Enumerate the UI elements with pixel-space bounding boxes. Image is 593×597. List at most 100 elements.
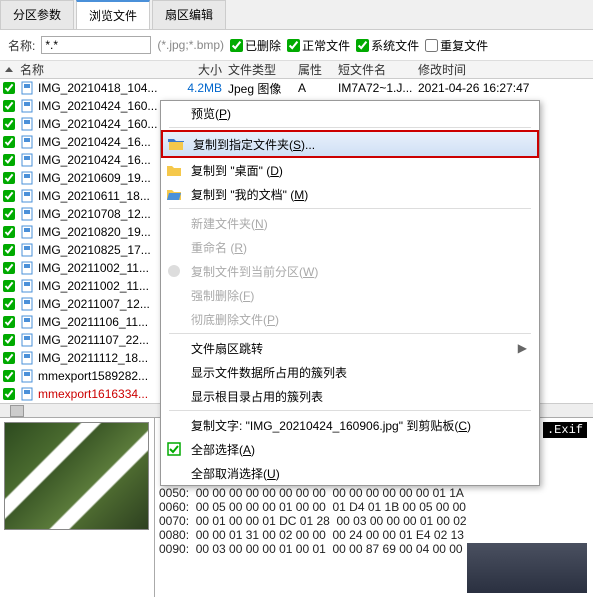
row-checkbox[interactable] [3,244,15,256]
file-image-icon [20,207,34,221]
name-label: 名称: [8,37,35,54]
row-checkbox[interactable] [3,190,15,202]
file-name: mmexport1616334... [38,387,148,401]
row-checkbox[interactable] [3,154,15,166]
file-shortname: IM7A72~1.J... [338,81,418,95]
file-name: mmexport1589282... [38,369,148,383]
row-checkbox[interactable] [3,136,15,148]
file-image-icon [20,243,34,257]
file-image-icon [20,315,34,329]
row-checkbox[interactable] [3,298,15,310]
file-name: IMG_20210825_17... [38,243,151,257]
col-header-date[interactable]: 修改时间 [418,61,578,78]
row-checkbox[interactable] [3,316,15,328]
file-image-icon [20,387,34,401]
thumbnail-pane [0,418,155,597]
file-name: IMG_20211007_12... [38,297,150,311]
check-icon [165,440,183,458]
file-name: IMG_20210611_18... [38,189,150,203]
menu-new-folder: 新建文件夹(N) [161,211,539,235]
disk-icon [165,262,183,280]
row-checkbox[interactable] [3,226,15,238]
menu-rename: 重命名 (R) [161,235,539,259]
row-checkbox[interactable] [3,334,15,346]
menu-unselect-all[interactable]: 全部取消选择(U) [161,461,539,485]
col-header-name[interactable]: 名称 [18,61,178,78]
file-image-icon [20,135,34,149]
row-checkbox[interactable] [3,370,15,382]
chk-normal[interactable] [287,39,300,52]
col-header-size[interactable]: 大小 [178,61,228,78]
tab-partition-params[interactable]: 分区参数 [0,0,74,29]
thumbnail-image [4,422,149,530]
file-image-icon [20,351,34,365]
folder-open-icon [165,185,183,203]
sort-asc-icon[interactable] [5,67,13,72]
menu-show-root-clusters[interactable]: 显示根目录占用的簇列表 [161,384,539,408]
menu-show-data-clusters[interactable]: 显示文件数据所占用的簇列表 [161,360,539,384]
chk-duplicate[interactable] [425,39,438,52]
file-name: IMG_20211106_11... [38,315,148,329]
row-checkbox[interactable] [3,280,15,292]
column-header-row: 名称 大小 文件类型 属性 短文件名 修改时间 [0,61,593,79]
file-row[interactable]: IMG_20210418_104... 4.2MBJpeg 图像AIM7A72~1… [0,79,593,97]
file-name: IMG_20211107_22... [38,333,149,347]
row-checkbox[interactable] [3,118,15,130]
file-image-icon [20,153,34,167]
row-checkbox[interactable] [3,172,15,184]
file-name: IMG_20210424_160... [38,99,157,113]
hex-side-image [467,543,587,593]
file-name: IMG_20210609_19... [38,171,151,185]
file-image-icon [20,117,34,131]
hex-line: 0050: 00 00 00 00 00 00 00 00 00 00 00 0… [159,486,589,500]
file-image-icon [20,99,34,113]
chk-system[interactable] [356,39,369,52]
file-image-icon [20,261,34,275]
hex-line: 0080: 00 00 01 31 00 02 00 00 00 24 00 0… [159,528,589,542]
menu-force-delete: 强制删除(F) [161,283,539,307]
col-header-attr[interactable]: 属性 [298,61,338,78]
file-image-icon [20,81,34,95]
row-checkbox[interactable] [3,262,15,274]
chk-deleted[interactable] [230,39,243,52]
row-checkbox[interactable] [3,82,15,94]
row-checkbox[interactable] [3,352,15,364]
col-header-type[interactable]: 文件类型 [228,61,298,78]
tab-bar: 分区参数 浏览文件 扇区编辑 [0,0,593,30]
file-size: 4.2MB [178,81,228,95]
col-header-short[interactable]: 短文件名 [338,61,418,78]
menu-select-all[interactable]: 全部选择(A) [161,437,539,461]
menu-preview[interactable]: 预览(P) [161,101,539,125]
chevron-right-icon: ▶ [518,341,527,355]
hex-line: 0070: 00 01 00 00 01 DC 01 28 00 03 00 0… [159,514,589,528]
row-checkbox[interactable] [3,100,15,112]
menu-copy-documents[interactable]: 复制到 "我的文档" (M) [161,182,539,206]
name-filter-input[interactable] [41,36,151,54]
file-image-icon [20,297,34,311]
file-type: Jpeg 图像 [228,80,298,97]
exif-tag: .Exif [543,422,587,438]
file-attr: A [298,81,338,95]
row-checkbox[interactable] [3,208,15,220]
file-name: IMG_20210708_12... [38,207,151,221]
chk-duplicate-label: 重复文件 [440,37,488,54]
file-image-icon [20,369,34,383]
menu-copy-text[interactable]: 复制文字: "IMG_20210424_160906.jpg" 到剪贴板(C) [161,413,539,437]
hex-line: 0060: 00 05 00 00 00 01 00 00 01 D4 01 1… [159,500,589,514]
menu-sector-jump[interactable]: 文件扇区跳转▶ [161,336,539,360]
file-image-icon [20,279,34,293]
filter-hint: (*.jpg;*.bmp) [157,38,224,52]
file-name: IMG_20210820_19... [38,225,151,239]
file-name: IMG_20210424_16... [38,135,151,149]
file-image-icon [20,333,34,347]
menu-copy-to-partition: 复制文件到当前分区(W) [161,259,539,283]
menu-copy-desktop[interactable]: 复制到 "桌面" (D) [161,158,539,182]
filter-bar: 名称: (*.jpg;*.bmp) 已删除 正常文件 系统文件 重复文件 [0,30,593,61]
file-image-icon [20,171,34,185]
file-name: IMG_20211002_11... [38,279,149,293]
menu-copy-to-folder[interactable]: 复制到指定文件夹(S)... [161,130,539,158]
tab-browse-files[interactable]: 浏览文件 [76,0,150,29]
tab-sector-edit[interactable]: 扇区编辑 [152,0,226,29]
row-checkbox[interactable] [3,388,15,400]
file-name: IMG_20210418_104... [38,81,157,95]
